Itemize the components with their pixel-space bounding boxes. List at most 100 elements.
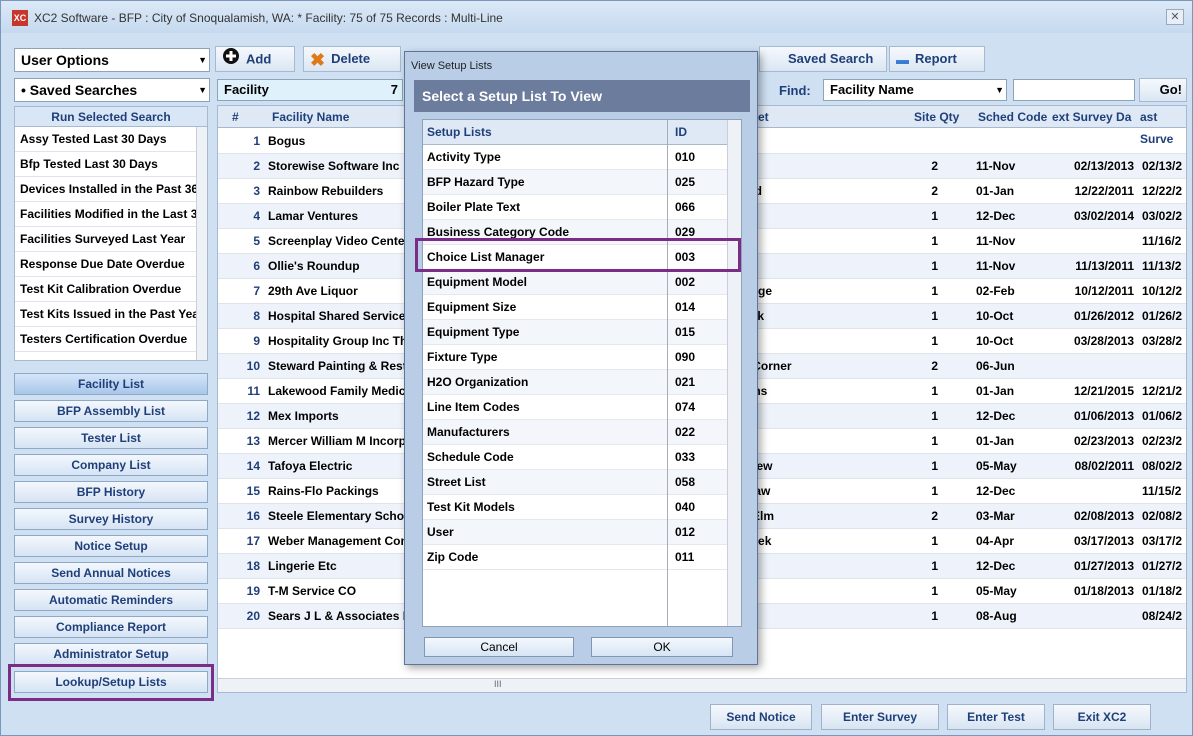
go-button[interactable]: Go! <box>1139 78 1187 102</box>
cell-next: 01/06/2013 <box>1073 409 1134 423</box>
cell-sched: 01-Jan <box>976 184 1015 198</box>
setup-list-row[interactable]: Equipment Size 014 <box>423 295 741 320</box>
nav-button[interactable]: Administrator Setup <box>14 643 208 665</box>
nav-button[interactable]: Survey History <box>14 508 208 530</box>
nav-button[interactable]: Company List <box>14 454 208 476</box>
bottom-action-button[interactable]: Enter Survey <box>821 704 939 730</box>
setup-list-row[interactable]: User 012 <box>423 520 741 545</box>
ok-button[interactable]: OK <box>591 637 733 657</box>
nav-button[interactable]: Send Annual Notices <box>14 562 208 584</box>
bottom-action-button[interactable]: Send Notice <box>710 704 812 730</box>
cell-name: Lamar Ventures <box>268 209 359 223</box>
setup-list-row[interactable]: Manufacturers 022 <box>423 420 741 445</box>
report-button[interactable]: ▬ Report <box>889 46 985 72</box>
bottom-action-button[interactable]: Enter Test <box>947 704 1045 730</box>
setup-list-row[interactable]: H2O Organization 021 <box>423 370 741 395</box>
setup-list-row[interactable]: Test Kit Models 040 <box>423 495 741 520</box>
saved-search-button[interactable]: Saved Search <box>759 46 887 72</box>
nav-button[interactable]: BFP History <box>14 481 208 503</box>
user-options-dropdown[interactable]: User Options ▼ <box>14 48 210 72</box>
filter-field[interactable]: Facility 7 <box>217 79 403 101</box>
cell-site: 2 <box>931 509 938 523</box>
cell-next: 01/27/2013 <box>1073 559 1134 573</box>
nav-button[interactable]: Facility List <box>14 373 208 395</box>
close-button[interactable]: ✕ <box>1166 9 1184 25</box>
nav-button[interactable]: Tester List <box>14 427 208 449</box>
saved-search-item[interactable]: Test Kit Calibration Overdue <box>15 277 197 302</box>
cell-num: 11 <box>247 384 260 398</box>
setup-list-row[interactable]: Schedule Code 033 <box>423 445 741 470</box>
add-label: Add <box>246 51 272 67</box>
cell-sched: 11-Nov <box>976 259 1016 273</box>
cell-next: 01/26/2012 <box>1073 309 1134 323</box>
cell-sched: 06-Jun <box>976 359 1015 373</box>
app-window: XC XC2 Software - BFP : City of Snoquala… <box>0 0 1193 736</box>
add-button[interactable]: Add <box>215 46 295 72</box>
col-facility-name-header[interactable]: Facility Name <box>272 106 349 128</box>
cell-last: 11/13/2 <box>1142 259 1182 273</box>
saved-searches-dropdown[interactable]: • Saved Searches ▼ <box>14 78 210 102</box>
setup-list-row[interactable]: Line Item Codes 074 <box>423 395 741 420</box>
cell-sched: 12-Dec <box>976 209 1016 223</box>
col-setup-lists-header[interactable]: Setup Lists <box>427 120 492 145</box>
col-street-header[interactable]: et <box>758 106 769 128</box>
saved-search-item[interactable]: Facilities Modified in the Last 3 <box>15 202 197 227</box>
cell-sched: 11-Nov <box>976 234 1016 248</box>
dialog-heading: Select a Setup List To View <box>414 80 750 112</box>
cell-num: 14 <box>246 459 260 473</box>
run-selected-search-button[interactable]: Run Selected Search <box>15 107 207 127</box>
saved-search-item[interactable]: Assy Tested Last 30 Days <box>15 127 197 152</box>
saved-search-item[interactable]: Facilities Surveyed Last Year <box>15 227 197 252</box>
setup-list-row[interactable]: BFP Hazard Type 025 <box>423 170 741 195</box>
setup-list-id: 066 <box>675 200 696 214</box>
setup-list-row[interactable]: Zip Code 011 <box>423 545 741 570</box>
setup-list-row[interactable]: Boiler Plate Text 066 <box>423 195 741 220</box>
setup-list-row[interactable]: Equipment Model 002 <box>423 270 741 295</box>
saved-search-item[interactable]: Testers Certification Overdue <box>15 327 197 352</box>
setup-list-name: BFP Hazard Type <box>427 175 525 189</box>
dialog-scrollbar[interactable] <box>727 120 741 626</box>
saved-search-item[interactable]: Test Kits Issued in the Past Yea <box>15 302 197 327</box>
col-next-survey-header[interactable]: ext Survey Da <box>1052 106 1131 128</box>
cell-sched: 01-Jan <box>976 434 1015 448</box>
nav-button[interactable]: Notice Setup <box>14 535 208 557</box>
saved-search-item[interactable]: Response Due Date Overdue <box>15 252 197 277</box>
cell-sched: 12-Dec <box>976 559 1016 573</box>
col-id-header[interactable]: ID <box>675 120 687 145</box>
cell-site: 1 <box>931 559 938 573</box>
cell-next: 12/22/2011 <box>1074 184 1134 198</box>
cell-site: 1 <box>931 284 938 298</box>
cancel-button[interactable]: Cancel <box>424 637 574 657</box>
setup-list-id: 074 <box>675 400 696 414</box>
horizontal-scrollbar[interactable]: III <box>218 678 1186 692</box>
bottom-action-button[interactable]: Exit XC2 <box>1053 704 1151 730</box>
col-site-qty-header[interactable]: Site Qty <box>914 106 959 128</box>
cell-num: 3 <box>253 184 260 198</box>
cell-name: Tafoya Electric <box>268 459 353 473</box>
scrollbar[interactable] <box>196 127 207 360</box>
setup-list-row[interactable]: Activity Type 010 <box>423 145 741 170</box>
setup-list-row[interactable]: Equipment Type 015 <box>423 320 741 345</box>
find-input[interactable] <box>1013 79 1135 101</box>
cell-next: 03/02/2014 <box>1073 209 1134 223</box>
nav-button[interactable]: Compliance Report <box>14 616 208 638</box>
setup-list-name: H2O Organization <box>427 375 529 389</box>
cell-name: T-M Service CO <box>268 584 357 598</box>
cell-next: 01/18/2013 <box>1073 584 1134 598</box>
nav-button[interactable]: Automatic Reminders <box>14 589 208 611</box>
user-options-label: User Options <box>21 52 109 68</box>
find-field-dropdown[interactable]: Facility Name ▼ <box>823 79 1007 101</box>
plus-circle-icon <box>222 47 240 73</box>
delete-button[interactable]: ✖ Delete <box>303 46 401 72</box>
saved-search-item[interactable]: Devices Installed in the Past 36 <box>15 177 197 202</box>
lookup-highlight-box <box>8 664 214 701</box>
col-sched-code-header[interactable]: Sched Code <box>978 106 1047 128</box>
cell-num: 2 <box>253 159 260 173</box>
saved-search-item[interactable]: Bfp Tested Last 30 Days <box>15 152 197 177</box>
nav-button[interactable]: BFP Assembly List <box>14 400 208 422</box>
cell-name: Steele Elementary Schoo <box>268 509 404 523</box>
col-num-header[interactable]: # <box>232 106 239 128</box>
setup-list-row[interactable]: Street List 058 <box>423 470 741 495</box>
cell-next: 11/13/2011 <box>1075 259 1134 273</box>
setup-list-row[interactable]: Fixture Type 090 <box>423 345 741 370</box>
